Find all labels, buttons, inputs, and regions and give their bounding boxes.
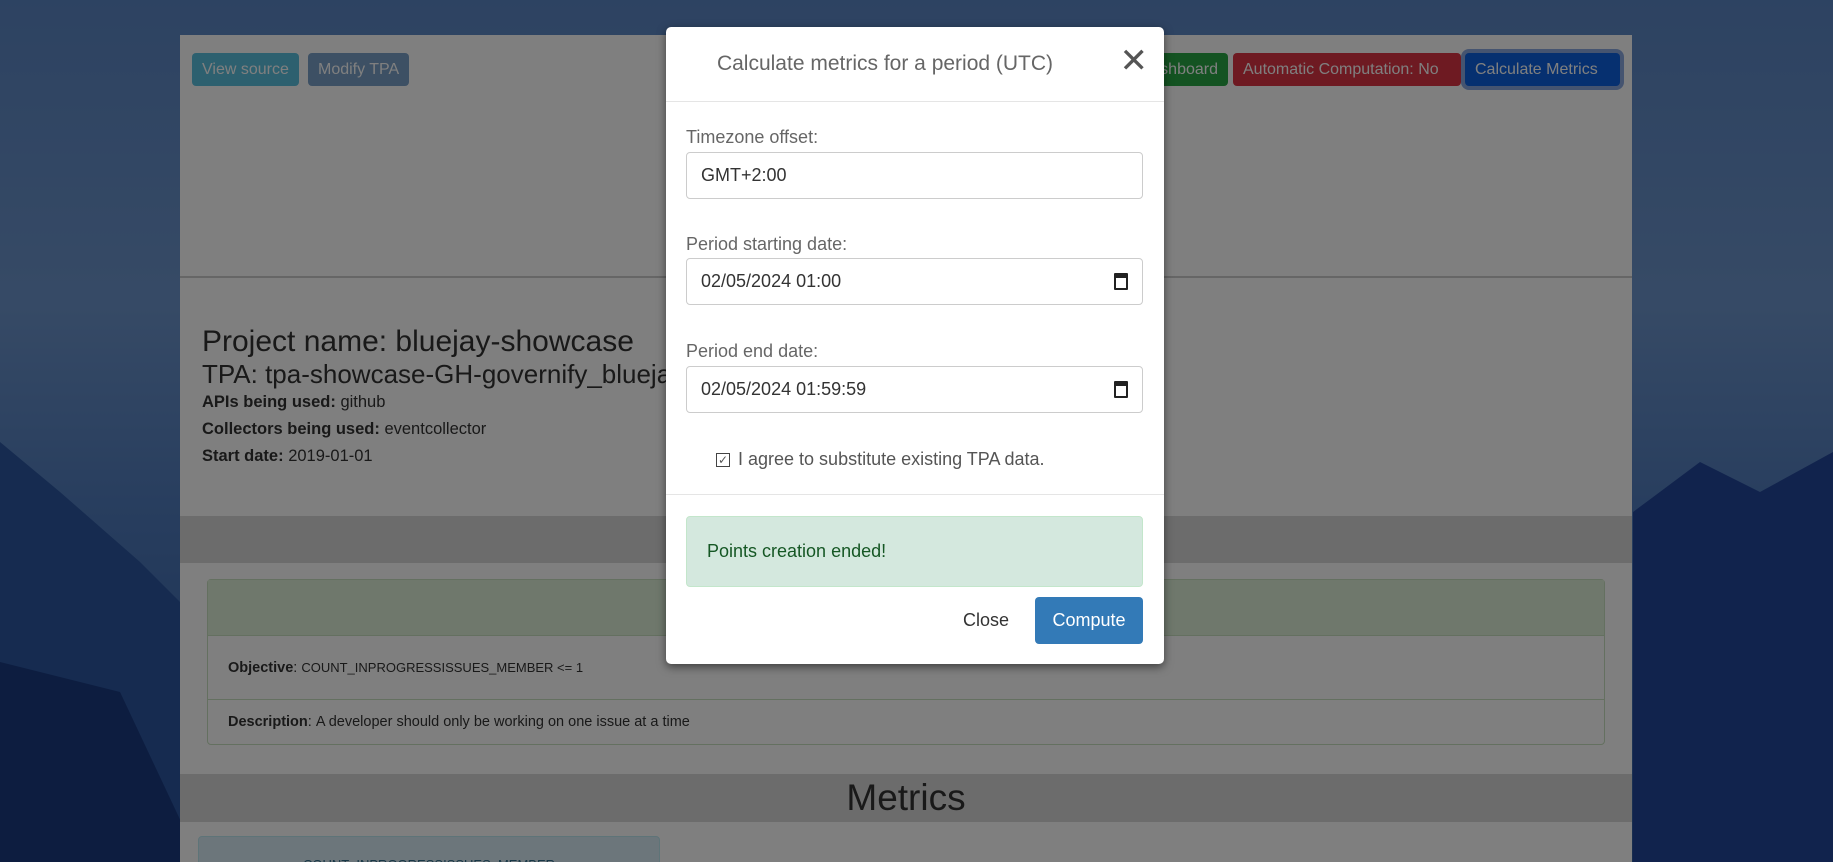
calculate-metrics-modal: Calculate metrics for a period (UTC) ✕ T… — [666, 27, 1164, 664]
timezone-input[interactable]: GMT+2:00 — [686, 152, 1143, 199]
end-date-label: Period end date: — [686, 341, 819, 361]
close-button[interactable]: Close — [963, 597, 1009, 644]
divider — [666, 494, 1164, 495]
close-icon[interactable]: ✕ — [1120, 41, 1149, 81]
agree-checkbox[interactable]: ✓ — [716, 452, 730, 467]
agree-checkbox-row[interactable]: ✓ I agree to substitute existing TPA dat… — [716, 449, 1045, 470]
end-date-input[interactable]: 02/05/2024 01:59:59 — [686, 366, 1143, 413]
timezone-value: GMT+2:00 — [701, 165, 787, 185]
start-date-input[interactable]: 02/05/2024 01:00 — [686, 258, 1143, 305]
start-date-value: 02/05/2024 01:00 — [701, 271, 842, 291]
agree-label: I agree to substitute existing TPA data. — [738, 449, 1045, 469]
timezone-label: Timezone offset: — [686, 127, 819, 147]
start-date-label: Period starting date: — [686, 234, 848, 254]
compute-button[interactable]: Compute — [1035, 597, 1143, 644]
success-alert: Points creation ended! — [686, 516, 1143, 587]
calendar-icon[interactable] — [1114, 273, 1128, 290]
modal-title: Calculate metrics for a period (UTC) — [716, 52, 1054, 75]
end-date-value: 02/05/2024 01:59:59 — [701, 379, 867, 399]
calendar-icon[interactable] — [1114, 381, 1128, 398]
